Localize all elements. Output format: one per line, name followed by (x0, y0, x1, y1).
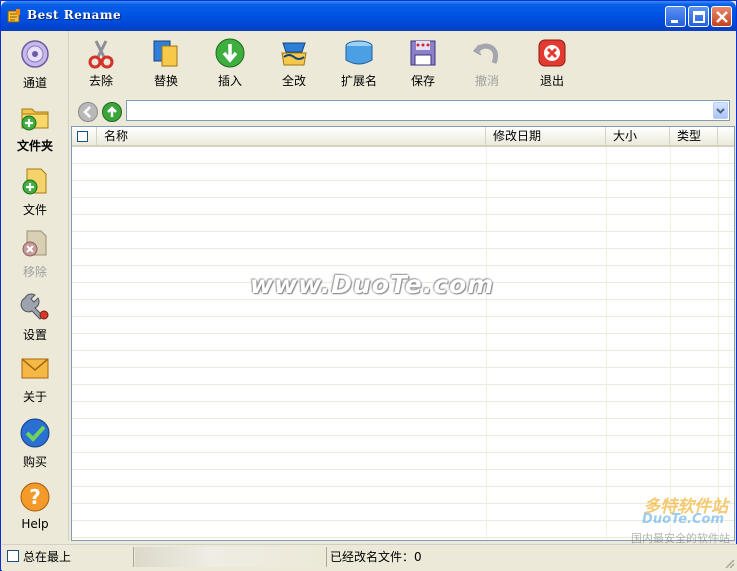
save-icon (410, 40, 436, 66)
remove-icon (22, 230, 47, 257)
column-type[interactable]: 类型 (670, 127, 718, 145)
progress-bar (135, 547, 325, 567)
path-combobox[interactable] (126, 100, 730, 121)
file-list[interactable]: 名称 修改日期 大小 类型 www.DuoTe.com (71, 126, 735, 541)
status-separator (326, 547, 327, 567)
path-dropdown-button[interactable] (713, 102, 728, 119)
add-folder-icon (21, 108, 49, 131)
sidebar-item-about[interactable]: 关于 (2, 352, 68, 412)
maximize-icon (693, 11, 705, 23)
sidebar-item-label: 购买 (22, 455, 47, 469)
checkmark-buy-icon (20, 418, 50, 448)
sidebar-item-label: Help (21, 517, 49, 531)
exit-icon (538, 39, 566, 67)
toolbar-label: 撤消 (474, 74, 499, 88)
back-arrow-icon (83, 106, 91, 118)
exit-button[interactable]: 退出 (524, 37, 580, 95)
replace-button[interactable]: 替换 (138, 37, 194, 95)
extension-button[interactable]: 扩展名 (331, 37, 387, 95)
always-on-top-checkbox[interactable] (7, 550, 19, 562)
help-icon: ? (20, 482, 50, 512)
insert-button[interactable]: 插入 (202, 37, 258, 95)
watermark-text: www.DuoTe.com (250, 270, 495, 299)
status-bar: 总在最上 已经改名文件：0 (2, 544, 737, 571)
chevron-down-icon (716, 108, 725, 114)
address-bar (71, 99, 735, 124)
column-name-label: 名称 (104, 129, 129, 143)
close-icon (716, 11, 728, 23)
title-bar[interactable]: Best Rename (1, 1, 736, 31)
sidebar-item-label: 移除 (22, 265, 47, 279)
maximize-button[interactable] (688, 6, 709, 27)
column-type-label: 类型 (677, 129, 702, 143)
replace-icon (153, 40, 178, 67)
sidebar-item-label: 设置 (22, 328, 47, 342)
add-file-icon (22, 168, 47, 195)
column-size-label: 大小 (613, 129, 638, 143)
status-separator (133, 547, 134, 567)
resize-grip-icon[interactable] (723, 557, 735, 569)
undo-icon (473, 43, 499, 64)
sidebar-item-label: 文件 (22, 203, 47, 217)
toolbar-label: 保存 (410, 74, 435, 88)
sidebar-item-folder[interactable]: 文件夹 (2, 101, 68, 161)
column-name[interactable]: 名称 (97, 127, 486, 145)
strip-button[interactable]: 去除 (73, 37, 129, 95)
sidebar-item-remove[interactable]: 移除 (2, 227, 68, 287)
minimize-button[interactable] (665, 6, 686, 27)
toolbar-label: 扩展名 (340, 74, 377, 88)
toolbar-label: 全改 (281, 74, 306, 88)
sidebar-item-settings[interactable]: 设置 (2, 290, 68, 350)
scissors-icon (88, 40, 114, 69)
toolbar: 去除 替换 插入 全改 扩展名 保存 撤消 退出 (69, 31, 736, 97)
insert-arrow-icon (215, 38, 245, 68)
sidebar-item-label: 文件夹 (16, 139, 53, 153)
up-arrow-icon (107, 106, 117, 117)
corner-site-logo: 多特软件站 DuoTe.Com 国内最安全的软件站 (592, 492, 732, 552)
wrench-settings-icon (20, 293, 49, 320)
channel-disc-icon (21, 40, 49, 68)
grid-divider (606, 147, 607, 540)
envelope-about-icon (21, 358, 49, 379)
list-header: 名称 修改日期 大小 类型 (72, 127, 734, 147)
sidebar-item-help[interactable]: ? Help (2, 481, 68, 541)
svg-text:?: ? (29, 485, 41, 509)
column-modified-label: 修改日期 (493, 129, 542, 143)
sidebar-item-buy[interactable]: 购买 (2, 417, 68, 477)
change-all-button[interactable]: 全改 (266, 37, 322, 95)
toolbar-label: 去除 (88, 74, 113, 88)
back-button[interactable] (78, 102, 98, 122)
sidebar: 通道 文件夹 文件 移除 设置 关于 购买 ? Help (2, 31, 69, 541)
logo-line-2: DuoTe.Com (642, 512, 724, 527)
minimize-icon (671, 20, 678, 23)
grid-divider (486, 147, 487, 540)
extension-icon (345, 40, 373, 65)
always-on-top-label[interactable]: 总在最上 (23, 547, 71, 567)
up-button[interactable] (102, 102, 122, 122)
grid-divider (718, 147, 719, 540)
sidebar-item-label: 关于 (22, 390, 47, 404)
grid-divider (670, 147, 671, 540)
app-icon (7, 9, 20, 23)
window-title: Best Rename (27, 8, 122, 22)
column-modified[interactable]: 修改日期 (486, 127, 606, 145)
select-all-column (72, 127, 97, 145)
select-all-checkbox[interactable] (77, 131, 88, 142)
sidebar-item-channel[interactable]: 通道 (2, 38, 68, 98)
sidebar-item-file[interactable]: 文件 (2, 165, 68, 225)
close-button[interactable] (711, 6, 732, 27)
toolbar-label: 替换 (153, 74, 178, 88)
column-size[interactable]: 大小 (606, 127, 670, 145)
toolbar-label: 插入 (217, 74, 242, 88)
toolbar-label: 退出 (539, 74, 564, 88)
list-rows (72, 147, 734, 540)
app-window: Best Rename 通道 文件夹 文件 移除 设置 关于 购买 ? Help… (0, 0, 737, 571)
renamed-count-text: 已经改名文件：0 (330, 550, 422, 564)
change-all-icon (281, 42, 307, 66)
sidebar-item-label: 通道 (22, 76, 47, 90)
undo-button[interactable]: 撤消 (459, 37, 515, 95)
save-button[interactable]: 保存 (395, 37, 451, 95)
